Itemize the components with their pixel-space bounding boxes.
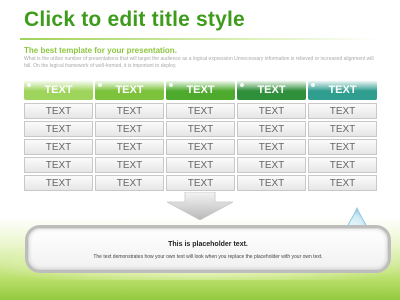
placeholder-callout[interactable]: This is placeholder text. The text demon… [28,228,388,270]
table-cell[interactable]: TEXT [308,103,377,119]
table-row: TEXT TEXT TEXT TEXT TEXT [24,103,377,119]
header-label: TEXT [44,84,73,96]
table-row: TEXT TEXT TEXT TEXT TEXT [24,175,377,191]
callout-title: This is placeholder text. [168,241,248,248]
header-label: TEXT [186,84,215,96]
shine-dot-icon [27,83,31,87]
table-row: TEXT TEXT TEXT TEXT TEXT [24,157,377,173]
table-cell[interactable]: TEXT [166,103,235,119]
text-table: TEXT TEXT TEXT TEXT TEXT TEXT TEXT TEXT … [24,80,377,193]
table-header-cell[interactable]: TEXT [24,80,93,100]
table-cell[interactable]: TEXT [308,175,377,191]
shine-dot-icon [169,83,173,87]
table-cell[interactable]: TEXT [166,121,235,137]
callout-text: The text demonstrates how your own text … [93,254,323,260]
table-header-cell[interactable]: TEXT [95,80,164,100]
table-cell[interactable]: TEXT [166,139,235,155]
table-cell[interactable]: TEXT [95,175,164,191]
body-subtext[interactable]: What is the utilize number of presentati… [24,56,374,70]
table-header-cell[interactable]: TEXT [237,80,306,100]
table-header-cell[interactable]: TEXT [308,80,377,100]
table-cell[interactable]: TEXT [166,175,235,191]
table-cell[interactable]: TEXT [237,175,306,191]
title-underline [20,38,380,40]
table-cell[interactable]: TEXT [95,157,164,173]
header-label: TEXT [257,84,286,96]
table-cell[interactable]: TEXT [95,139,164,155]
table-cell[interactable]: TEXT [308,139,377,155]
table-cell[interactable]: TEXT [308,121,377,137]
table-cell[interactable]: TEXT [237,157,306,173]
table-cell[interactable]: TEXT [95,121,164,137]
slide: Click to edit title style The best templ… [0,0,400,300]
table-cell[interactable]: TEXT [308,157,377,173]
subheading[interactable]: The best template for your presentation. [24,46,177,55]
table-row: TEXT TEXT TEXT TEXT TEXT [24,139,377,155]
table-cell[interactable]: TEXT [24,139,93,155]
shine-dot-icon [311,83,315,87]
table-cell[interactable]: TEXT [237,121,306,137]
table-row: TEXT TEXT TEXT TEXT TEXT [24,121,377,137]
table-cell[interactable]: TEXT [95,103,164,119]
table-cell[interactable]: TEXT [166,157,235,173]
table-cell[interactable]: TEXT [237,103,306,119]
header-label: TEXT [328,84,357,96]
table-header-cell[interactable]: TEXT [166,80,235,100]
header-label: TEXT [115,84,144,96]
shine-dot-icon [98,83,102,87]
table-header-row: TEXT TEXT TEXT TEXT TEXT [24,80,377,100]
down-arrow-icon [166,192,234,220]
slide-title[interactable]: Click to edit title style [24,8,245,32]
table-cell[interactable]: TEXT [24,157,93,173]
shine-dot-icon [240,83,244,87]
table-cell[interactable]: TEXT [24,121,93,137]
table-cell[interactable]: TEXT [24,103,93,119]
table-cell[interactable]: TEXT [237,139,306,155]
table-cell[interactable]: TEXT [24,175,93,191]
